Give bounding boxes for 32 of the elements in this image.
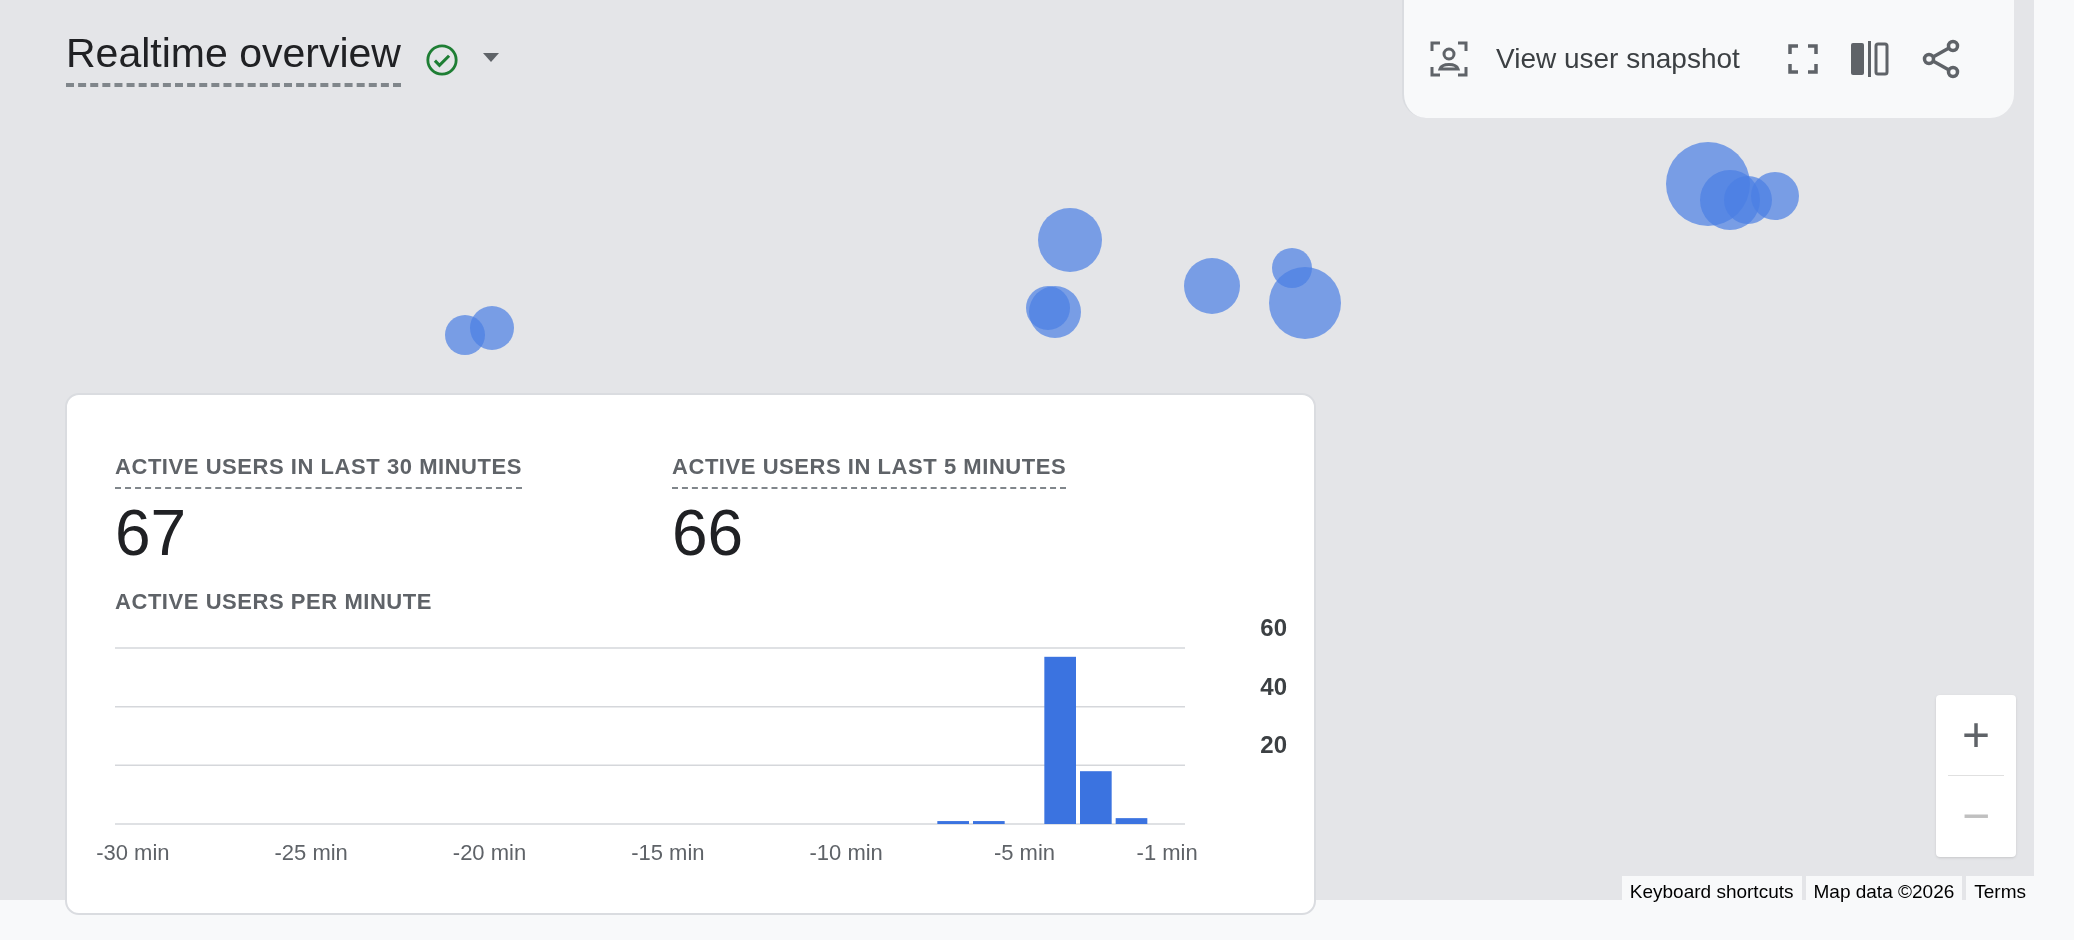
view-user-snapshot-button[interactable]: View user snapshot [1430, 38, 1740, 80]
location-bubble [1026, 286, 1070, 330]
y-axis-label: 60 [1260, 618, 1287, 641]
y-axis-label: 40 [1260, 672, 1287, 700]
dropdown-caret-icon[interactable] [482, 52, 499, 63]
location-bubble [1038, 208, 1102, 272]
x-axis-label: -1 min [1136, 840, 1198, 865]
chart-title: ACTIVE USERS PER MINUTE [115, 588, 433, 616]
bar [973, 821, 1005, 824]
x-axis-label: -10 min [809, 840, 883, 865]
fullscreen-icon[interactable] [1787, 44, 1818, 74]
bar [1115, 818, 1148, 824]
y-axis-label: 20 [1260, 731, 1287, 759]
x-axis-label: -5 min [993, 840, 1056, 865]
zoom-in-button[interactable]: + [1936, 695, 2016, 775]
bar [1080, 771, 1112, 824]
metric-value: 66 [672, 501, 744, 565]
page-title: Realtime overview [66, 28, 401, 88]
x-axis-label: -20 min [452, 840, 527, 865]
metric-label: ACTIVE USERS IN LAST 30 MINUTES [115, 450, 522, 489]
split-view-icon[interactable] [1849, 41, 1890, 77]
share-icon[interactable] [1921, 39, 1960, 79]
check-circle-icon [424, 42, 459, 77]
location-bubble [1184, 258, 1240, 314]
x-axis-label: -30 min [96, 840, 170, 865]
metric-value: 67 [115, 501, 187, 565]
x-axis-label: -15 min [631, 840, 705, 865]
metric-label: ACTIVE USERS IN LAST 5 MINUTES [672, 450, 1067, 489]
person-frame-icon [1430, 41, 1468, 77]
location-bubble [445, 315, 485, 355]
x-axis-label: -25 min [274, 840, 348, 865]
bar [937, 821, 969, 824]
